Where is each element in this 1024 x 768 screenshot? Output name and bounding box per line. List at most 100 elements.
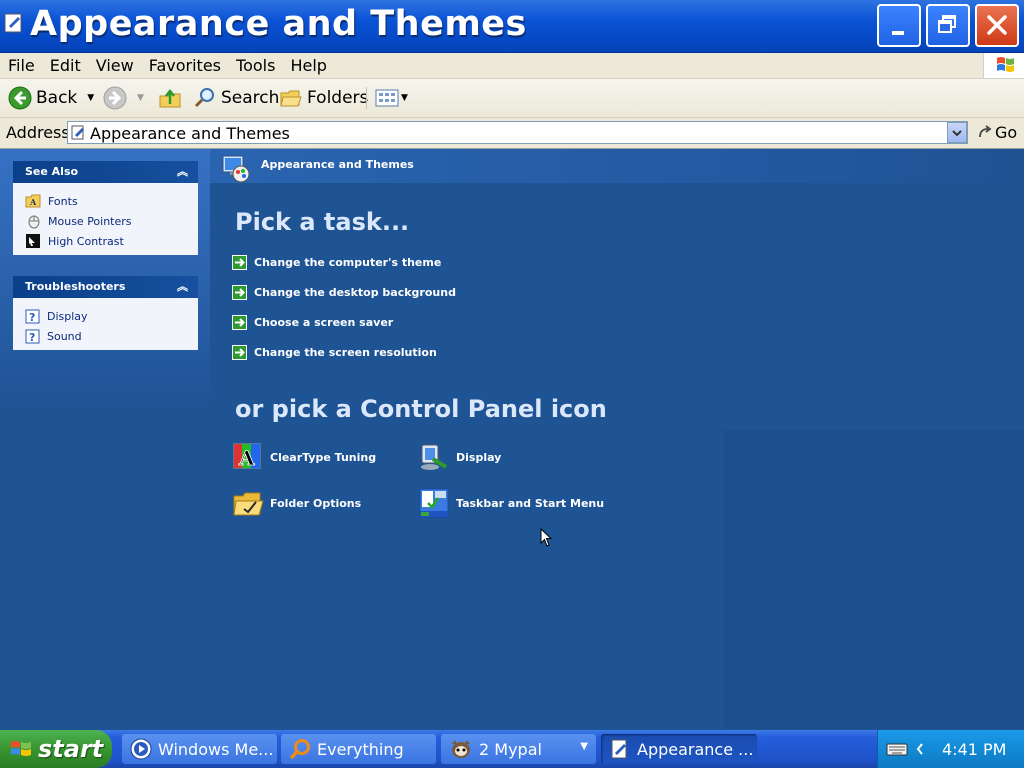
- see-also-title: See Also: [25, 165, 79, 178]
- mypal-icon: [452, 740, 470, 758]
- menu-bar: File Edit View Favorites Tools Help: [0, 53, 1024, 79]
- menu-help[interactable]: Help: [282, 53, 333, 76]
- address-dropdown-button[interactable]: [947, 122, 967, 143]
- minimize-button[interactable]: [877, 4, 921, 47]
- go-arrow-icon: [979, 124, 992, 137]
- see-also-label: High Contrast: [48, 234, 124, 248]
- cp-item-folder-options[interactable]: Folder Options: [232, 486, 361, 520]
- menu-favorites[interactable]: Favorites: [141, 53, 228, 76]
- keyboard-icon[interactable]: [886, 741, 908, 757]
- task-change-theme[interactable]: Change the computer's theme: [232, 253, 441, 271]
- window-title: Appearance and Themes: [30, 4, 527, 44]
- task-label: Change the computer's theme: [254, 255, 442, 269]
- clock[interactable]: 4:41 PM: [942, 740, 1006, 759]
- start-label: start: [38, 735, 104, 763]
- system-tray: 4:41 PM: [877, 730, 1024, 768]
- troubleshooter-label: Display: [47, 309, 88, 323]
- everything-search-icon: [289, 739, 310, 760]
- task-change-background[interactable]: Change the desktop background: [232, 283, 456, 301]
- group-dropdown-icon[interactable]: ▼: [580, 741, 588, 752]
- close-button[interactable]: [975, 4, 1019, 47]
- menu-edit[interactable]: Edit: [42, 53, 88, 76]
- cp-item-label: Taskbar and Start Menu: [456, 496, 605, 510]
- troubleshooter-label: Sound: [47, 329, 82, 343]
- menu-view[interactable]: View: [88, 53, 141, 76]
- troubleshooter-item-display[interactable]: ? Display: [25, 306, 198, 326]
- start-button[interactable]: start: [0, 730, 112, 768]
- address-label: Address: [6, 123, 70, 142]
- task-pane: See Also ︽ A Fonts Mouse Pointers High C…: [0, 149, 210, 729]
- cp-item-display[interactable]: Display: [418, 440, 501, 474]
- task-screen-saver[interactable]: Choose a screen saver: [232, 313, 393, 331]
- collapse-chevron-icon[interactable]: ︽: [177, 276, 188, 298]
- see-also-label: Mouse Pointers: [48, 214, 132, 228]
- watermark-region: [724, 430, 1024, 729]
- back-dropdown-icon[interactable]: ▼: [87, 93, 94, 103]
- high-contrast-icon: [26, 234, 40, 248]
- toolbar: Back ▼ ▼ Search Folders ▼: [0, 79, 1024, 118]
- see-also-item-high-contrast[interactable]: High Contrast: [25, 231, 198, 251]
- task-label: Change the desktop background: [254, 285, 456, 299]
- search-label: Search: [221, 88, 280, 108]
- go-label: Go: [995, 123, 1018, 142]
- taskbar-button-everything[interactable]: Everything: [281, 734, 436, 764]
- up-folder-button[interactable]: [158, 85, 182, 111]
- main-content: Appearance and Themes Pick a task... Cha…: [210, 149, 1024, 729]
- task-screen-resolution[interactable]: Change the screen resolution: [232, 343, 437, 361]
- search-button[interactable]: Search: [193, 85, 279, 111]
- control-panel-icon: [3, 12, 25, 34]
- title-bar[interactable]: Appearance and Themes: [0, 0, 1024, 53]
- cp-item-taskbar-start-menu[interactable]: Taskbar and Start Menu: [418, 486, 604, 520]
- chevron-down-icon: [952, 130, 962, 137]
- svg-text:?: ?: [29, 331, 35, 344]
- troubleshooters-body: ? Display ? Sound: [13, 298, 198, 350]
- svg-text:A: A: [29, 197, 37, 207]
- taskbar: start Windows Me... Everything 2 Mypal ▼: [0, 730, 1024, 768]
- chevron-left-icon[interactable]: [916, 743, 924, 755]
- mouse-cursor-icon: [540, 528, 553, 547]
- back-arrow-icon: [8, 86, 32, 110]
- control-panel-icon: [611, 739, 627, 759]
- taskbar-button-mypal[interactable]: 2 Mypal ▼: [441, 734, 596, 764]
- taskbar-button-media-player[interactable]: Windows Me...: [122, 734, 277, 764]
- search-icon: [194, 88, 214, 108]
- cleartype-icon: A: [233, 443, 261, 470]
- folders-button[interactable]: Folders: [279, 85, 368, 111]
- restore-icon: [938, 15, 956, 33]
- troubleshooters-title: Troubleshooters: [25, 280, 126, 293]
- task-arrow-icon: [232, 284, 247, 300]
- forward-button[interactable]: ▼: [103, 85, 144, 111]
- folder-options-icon: [233, 492, 264, 516]
- see-also-label: Fonts: [48, 194, 78, 208]
- task-arrow-icon: [232, 314, 247, 330]
- troubleshooter-item-sound[interactable]: ? Sound: [25, 326, 198, 346]
- address-value: Appearance and Themes: [90, 124, 290, 143]
- views-button[interactable]: ▼: [375, 85, 408, 111]
- taskbar-button-appearance[interactable]: Appearance ...: [601, 734, 757, 764]
- cp-item-cleartype[interactable]: A ClearType Tuning: [232, 440, 376, 474]
- control-panel-icon-heading: or pick a Control Panel icon: [235, 395, 607, 423]
- control-panel-icon: [71, 125, 84, 140]
- collapse-chevron-icon[interactable]: ︽: [177, 161, 188, 183]
- see-also-item-fonts[interactable]: A Fonts: [25, 191, 198, 211]
- address-bar: Address Appearance and Themes Go: [0, 118, 1024, 149]
- troubleshooters-header[interactable]: Troubleshooters ︽: [13, 276, 198, 298]
- svg-text:A: A: [238, 446, 255, 470]
- views-dropdown-icon[interactable]: ▼: [401, 93, 408, 103]
- folders-label: Folders: [307, 88, 369, 108]
- back-button[interactable]: Back ▼: [8, 85, 94, 111]
- menu-tools[interactable]: Tools: [228, 53, 282, 76]
- forward-dropdown-icon[interactable]: ▼: [137, 93, 144, 103]
- restore-button[interactable]: [926, 4, 970, 47]
- media-player-icon: [130, 738, 152, 760]
- go-button[interactable]: Go: [977, 123, 1017, 142]
- taskbar-button-label: Everything: [317, 739, 404, 759]
- breadcrumb: Appearance and Themes: [261, 158, 414, 171]
- see-also-header[interactable]: See Also ︽: [13, 161, 198, 183]
- address-input[interactable]: Appearance and Themes: [67, 121, 968, 144]
- close-icon: [987, 15, 1007, 35]
- taskbar-button-label: Windows Me...: [158, 739, 274, 759]
- see-also-item-mouse-pointers[interactable]: Mouse Pointers: [25, 211, 198, 231]
- cp-item-label: Display: [456, 450, 502, 464]
- menu-file[interactable]: File: [0, 53, 42, 76]
